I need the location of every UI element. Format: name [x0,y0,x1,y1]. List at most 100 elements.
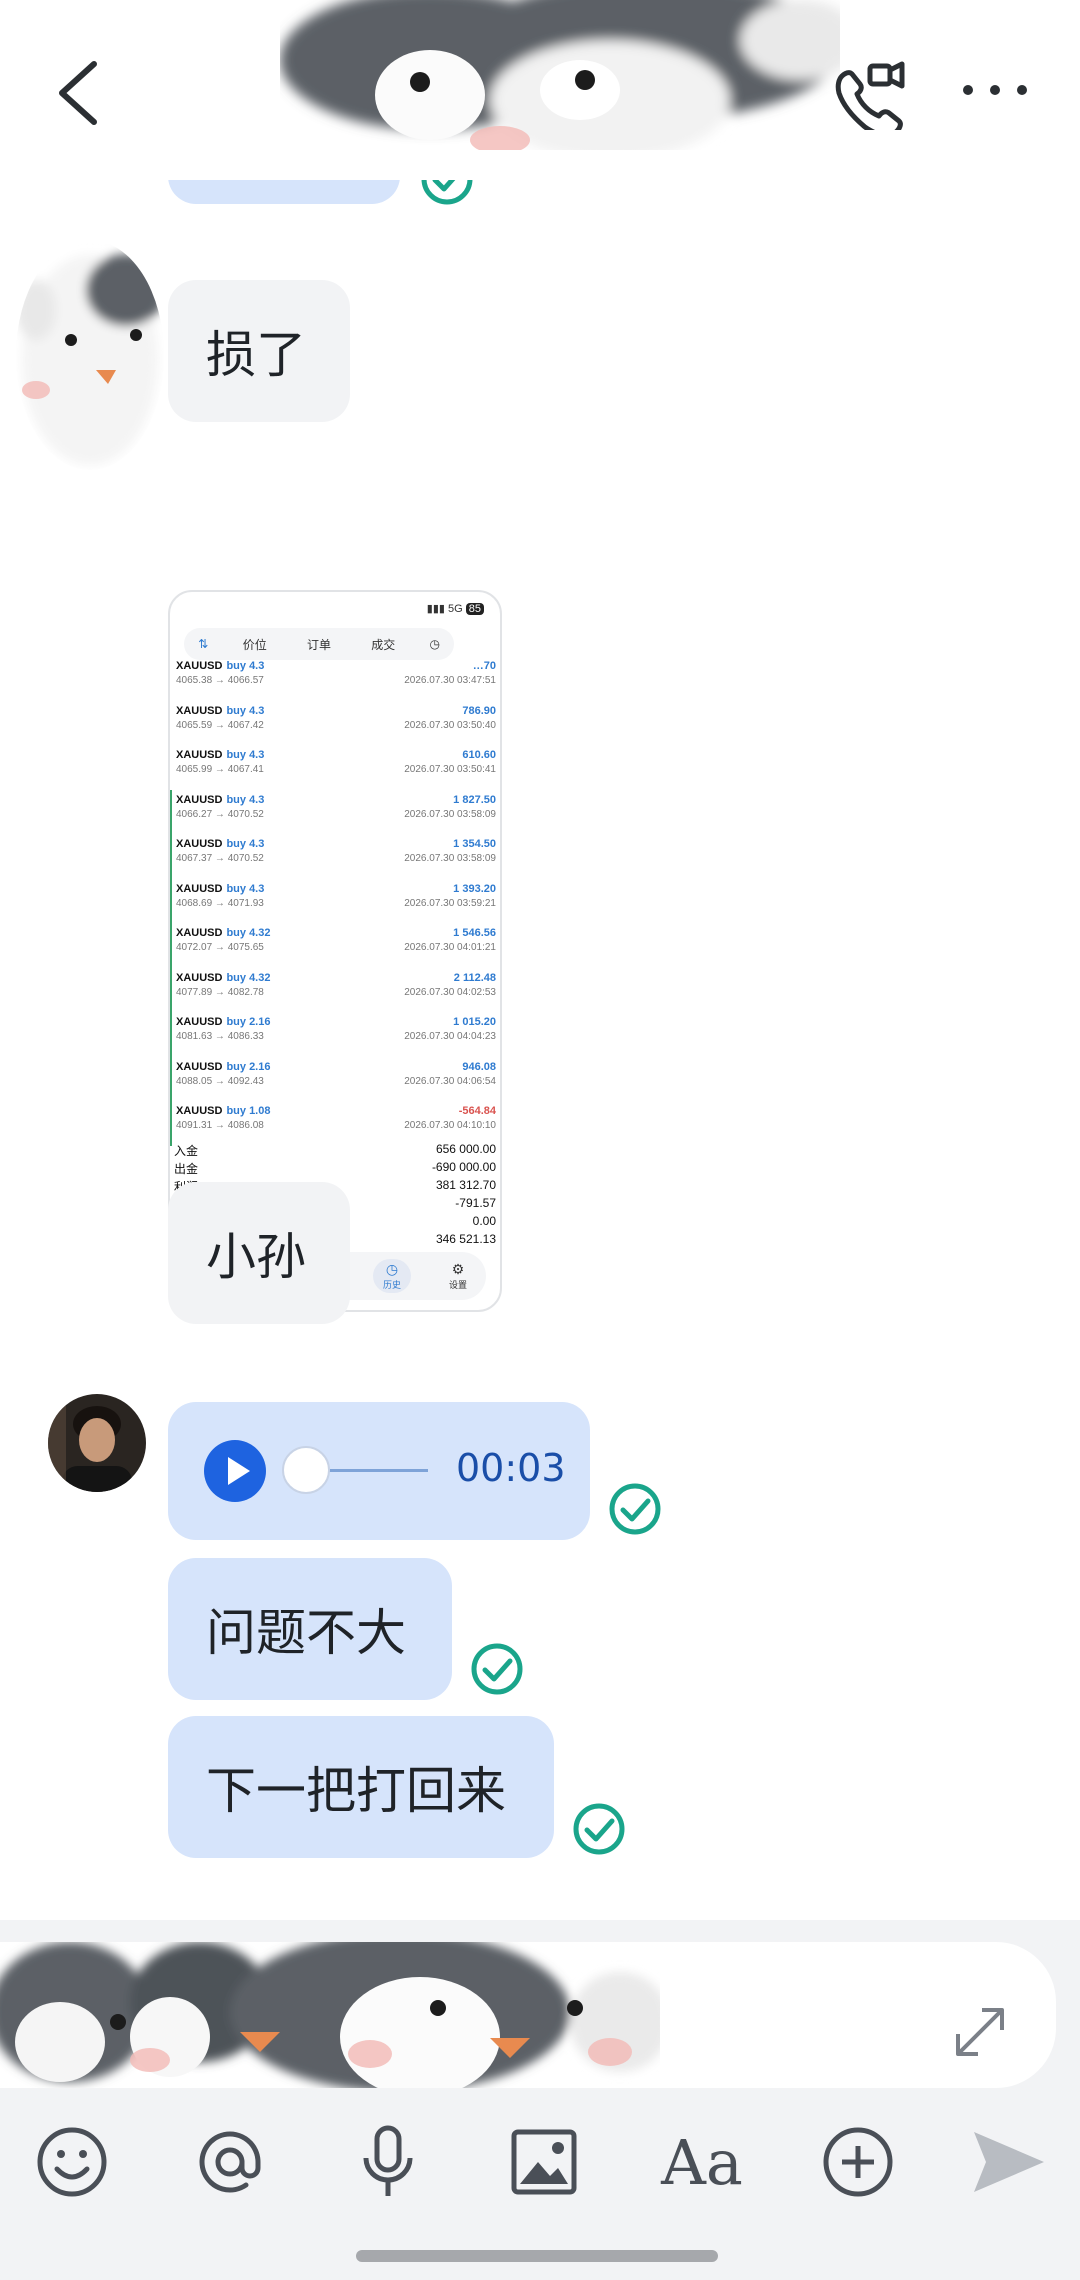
trade-profit: 2 112.48 [453,971,496,984]
network-label: 5G [448,603,463,615]
received-message-bubble[interactable]: 小孙 [168,1182,350,1324]
trade-time: 2026.07.30 04:06:54 [404,1075,496,1087]
message-text: 下一把打回来 [206,1762,506,1820]
summary-row: 入金 656 000.00 [174,1142,496,1160]
message-text: 问题不大 [206,1604,406,1662]
trade-side: buy 4.3 [226,793,265,806]
trade-row: XAUUSD buy 2.16 1 015.20 4081.63 → 4086.33 2… [170,1012,500,1057]
trade-time: 2026.07.30 03:59:21 [404,897,496,909]
trade-profit: 946.08 [462,1060,496,1073]
read-check-icon [471,1643,523,1695]
user-avatar[interactable] [48,1394,146,1492]
trade-side: buy 4.32 [226,971,271,984]
contact-avatar[interactable] [16,240,164,470]
trade-side: buy 2.16 [226,1016,271,1028]
mention-icon [199,2131,261,2193]
image-button[interactable] [502,2120,586,2204]
trade-time: 2026.07.30 03:58:09 [404,808,496,820]
trade-row: XAUUSD buy 4.3 1 354.50 4067.37 → 4070.52 20… [170,834,500,879]
message-list[interactable]: 损了 ▮▮▮ 5G 85 ⇅ 价位 订单 成交 ◷ XAUUSD buy 4.3…… [0,120,1080,1920]
chat-header [0,0,1080,180]
chevron-left-icon[interactable] [50,58,110,128]
summary-value: -690 000.00 [431,1160,496,1174]
sent-message-bubble[interactable]: 下一把打回来 [168,1716,554,1858]
trade-symbol: XAUUSD [176,704,223,717]
read-check-icon [609,1483,661,1535]
trade-symbol: XAUUSD [176,1105,223,1117]
trade-row: XAUUSD buy 4.3 610.60 4065.99 → 4067.41 2026… [170,745,500,790]
trade-prices: 4081.63 → 4086.33 [176,1031,264,1042]
message-text: 小孙 [206,1228,306,1286]
summary-value: 0.00 [472,1214,496,1228]
voice-progress-track[interactable] [328,1469,428,1472]
screenshot-nav-icon: ◷ [385,1261,399,1277]
trade-symbol: XAUUSD [176,749,223,761]
home-indicator[interactable] [356,2250,718,2262]
message-text: 损了 [206,326,306,384]
trade-side: buy 2.16 [226,1060,271,1073]
trade-symbol: XAUUSD [176,793,223,806]
signal-icon: ▮▮▮ [426,603,445,615]
summary-row: 出金 -690 000.00 [174,1160,496,1178]
trade-time: 2026.07.30 03:47:51 [404,675,496,686]
trade-row: XAUUSD buy 4.3 1 393.20 4068.69 → 4071.93 20… [170,878,500,923]
trade-prices: 4072.07 → 4075.65 [176,942,264,953]
summary-label: 入金 [174,1144,199,1158]
trade-symbol: XAUUSD [176,1016,223,1028]
microphone-icon [363,2125,413,2196]
trade-profit: 1 393.20 [453,882,496,895]
text-format-button[interactable]: Aa [660,2120,744,2204]
send-button[interactable] [966,2120,1050,2204]
voice-message-bubble[interactable]: 00:03 [168,1402,590,1540]
trade-symbol: XAUUSD [176,660,223,672]
send-icon [974,2132,1044,2192]
trade-symbol: XAUUSD [176,1060,223,1073]
trade-profit: 1 354.50 [453,838,496,850]
trade-side: buy 1.08 [226,1105,271,1117]
screenshot-nav-label: 设置 [448,1280,467,1290]
trade-time: 2026.07.30 03:50:40 [404,719,496,731]
trade-symbol: XAUUSD [176,882,223,895]
trade-prices: 4065.59 → 4067.42 [176,719,264,731]
sent-message-bubble[interactable]: 问题不大 [168,1558,452,1700]
message-input[interactable] [0,1942,1056,2088]
more-actions-button[interactable] [816,2120,900,2204]
trade-row: XAUUSD buy 4.32 1 546.56 4072.07 → 4075.65 2… [170,923,500,968]
screenshot-tab: 订单 [306,637,331,652]
trade-row: XAUUSD buy 4.3 …70 4065.38 → 4066.57 2026.07… [170,656,500,701]
screenshot-nav-item: ⚙ 设置 [449,1261,467,1291]
play-button[interactable] [204,1440,266,1502]
expand-icon[interactable] [950,2002,1010,2062]
emoji-button[interactable] [30,2120,114,2204]
trade-prices: 4065.99 → 4067.41 [176,764,264,775]
play-icon [228,1457,250,1485]
trade-prices: 4077.89 → 4082.78 [176,986,264,998]
more-horizontal-icon[interactable] [960,70,1030,110]
trade-row: XAUUSD buy 1.08 -564.84 4091.31 → 4086.08 20… [170,1101,500,1146]
trade-side: buy 4.3 [226,838,265,850]
trade-profit: 610.60 [462,749,496,761]
voice-progress-knob[interactable] [282,1446,330,1494]
video-call-icon[interactable] [830,60,910,130]
trade-profit: …70 [472,660,496,672]
summary-value: -791.57 [455,1196,496,1210]
screenshot-nav-label: 历史 [382,1280,401,1290]
received-message-bubble[interactable]: 损了 [168,280,350,422]
trade-profit: -564.84 [458,1105,496,1117]
screenshot-status-bar: ▮▮▮ 5G 85 [427,602,484,615]
voice-duration: 00:03 [456,1446,566,1490]
trade-row: XAUUSD buy 4.32 2 112.48 4077.89 → 4082.78 2… [170,967,500,1012]
voice-input-button[interactable] [346,2120,430,2204]
trade-symbol: XAUUSD [176,838,223,850]
contact-penguin-banner [280,0,840,150]
screenshot-nav-item: ◷ 历史 [372,1259,411,1293]
read-check-icon [573,1803,625,1855]
emoji-icon [37,2127,107,2197]
trade-time: 2026.07.30 04:02:53 [404,986,496,998]
penguin-wallpaper [0,1942,660,2088]
trade-time: 2026.07.30 03:58:09 [404,853,496,864]
trade-prices: 4088.05 → 4092.43 [176,1075,264,1087]
summary-label: 出金 [174,1162,199,1176]
mention-button[interactable] [188,2120,272,2204]
trade-row: XAUUSD buy 4.3 1 827.50 4066.27 → 4070.52 20… [170,789,500,834]
